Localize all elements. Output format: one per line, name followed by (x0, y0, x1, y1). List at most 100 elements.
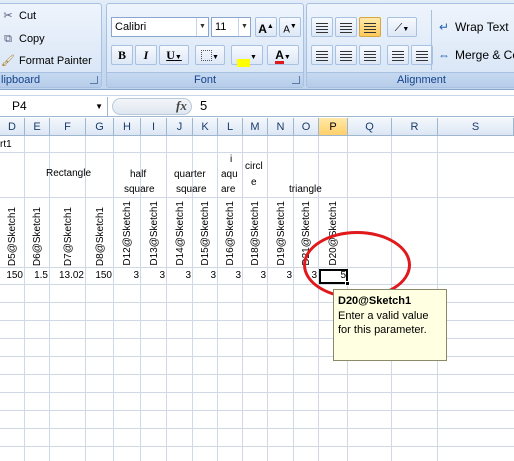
parameter-value-cell[interactable]: 13.02 (50, 269, 86, 283)
align-right-button[interactable] (359, 45, 381, 65)
insert-function-icon[interactable]: fx (176, 98, 187, 114)
wrap-text-button[interactable]: ↵ Wrap Text (437, 18, 509, 36)
parameter-header-cell[interactable]: D12@Sketch1 (114, 198, 141, 266)
parameter-value-cell[interactable]: 1.5 (25, 269, 50, 283)
column-header-d[interactable]: D (0, 118, 25, 136)
column-header-e[interactable]: E (25, 118, 50, 136)
validation-tooltip: D20@Sketch1 Enter a valid value for this… (333, 289, 447, 361)
name-box-dropdown-icon[interactable]: ▼ (95, 97, 103, 116)
parameter-header-text: D13@Sketch1 (148, 201, 160, 266)
align-bottom-button[interactable] (359, 17, 381, 37)
align-center-button[interactable] (335, 45, 357, 65)
name-box[interactable]: P4 ▼ (0, 97, 108, 116)
formula-input[interactable]: 5 (200, 98, 207, 113)
font-size-select[interactable]: 11 ▼ (211, 17, 251, 37)
column-header-k[interactable]: K (193, 118, 218, 136)
parameter-header-text: D8@Sketch1 (94, 206, 106, 266)
parameter-header-cell[interactable]: D6@Sketch1 (25, 198, 50, 266)
fill-color-button[interactable]: ▼ (231, 45, 263, 67)
font-size-value: 11 (215, 21, 227, 33)
font-size-dropdown-icon[interactable]: ▼ (238, 18, 250, 36)
column-header-i[interactable]: I (141, 118, 167, 136)
align-middle-button[interactable] (335, 17, 357, 37)
grow-font-button[interactable]: A▲ (255, 17, 277, 37)
merge-center-button[interactable]: ⇔ Merge & Ce (437, 46, 514, 64)
parameter-value-cell[interactable]: 3 (193, 269, 218, 283)
grid-row-line (0, 284, 514, 285)
grid-column-line (49, 136, 50, 461)
parameter-header-text: D14@Sketch1 (174, 201, 186, 266)
parameter-value-cell[interactable]: 3 (141, 269, 167, 283)
shrink-font-button[interactable]: A▼ (279, 17, 301, 37)
parameter-header-cell[interactable]: D16@Sketch1 (218, 198, 243, 266)
underline-button[interactable]: U▼ (159, 45, 189, 65)
orientation-button[interactable]: ⟋▼ (387, 17, 417, 37)
parameter-header-cell[interactable]: D15@Sketch1 (193, 198, 218, 266)
paint-bucket-icon (237, 59, 251, 67)
grid-row-line (0, 374, 514, 375)
copy-icon: ⧉ (4, 33, 12, 45)
grid-column-line (166, 136, 167, 461)
parameter-value-cell[interactable]: 3 (167, 269, 193, 283)
parameter-header-cell[interactable]: D7@Sketch1 (50, 198, 86, 266)
font-color-icon: A (275, 48, 284, 64)
parameter-value-cell[interactable]: 150 (86, 269, 114, 283)
font-name-select[interactable]: Calibri ▼ (111, 17, 209, 37)
align-bottom-icon (364, 22, 376, 33)
parameter-value-cell[interactable]: 3 (218, 269, 243, 283)
group-label-rectangle: Rectangle (46, 168, 92, 179)
column-header-o[interactable]: O (294, 118, 319, 136)
column-header-p[interactable]: P (319, 118, 348, 136)
copy-label: Copy (19, 33, 45, 45)
parameter-header-cell[interactable]: D13@Sketch1 (141, 198, 167, 266)
italic-button[interactable]: I (135, 45, 157, 65)
column-header-f[interactable]: F (50, 118, 86, 136)
column-header-s[interactable]: S (438, 118, 514, 136)
column-header-m[interactable]: M (243, 118, 268, 136)
group-label-e: e (251, 177, 257, 188)
merge-icon: ⇔ (438, 48, 450, 62)
align-top-icon (316, 22, 328, 33)
bold-button[interactable]: B (111, 45, 133, 65)
cut-button[interactable]: ✂ Cut (1, 7, 36, 25)
grid-column-line (113, 136, 114, 461)
wrap-text-icon: ↵ (438, 20, 450, 34)
column-header-l[interactable]: L (218, 118, 243, 136)
increase-indent-button[interactable] (411, 45, 433, 65)
clipboard-launcher-icon[interactable] (90, 76, 98, 84)
alignment-group: ⟋▼ ↵ Wrap Text ⇔ Merge & Ce Alignment (306, 3, 514, 88)
font-group: Calibri ▼ 11 ▼ A▲ A▼ B I U▼ ▼ ▼ A▼ Font (106, 3, 304, 88)
parameter-value-cell[interactable]: 3 (243, 269, 268, 283)
shrink-font-icon: A (283, 24, 290, 36)
parameter-header-cell[interactable]: D18@Sketch1 (243, 198, 268, 266)
column-header-g[interactable]: G (86, 118, 114, 136)
align-right-icon (364, 50, 376, 61)
align-top-button[interactable] (311, 17, 333, 37)
grid-row-line (0, 267, 514, 268)
format-painter-button[interactable]: 🖌 Format Painter (1, 52, 92, 70)
parameter-header-cell[interactable]: D5@Sketch1 (0, 198, 25, 266)
column-header-r[interactable]: R (392, 118, 438, 136)
align-left-button[interactable] (311, 45, 333, 65)
column-header-q[interactable]: Q (348, 118, 392, 136)
parameter-header-cell[interactable]: D14@Sketch1 (167, 198, 193, 266)
parameter-header-cell[interactable]: D8@Sketch1 (86, 198, 114, 266)
column-header-n[interactable]: N (268, 118, 294, 136)
italic-icon: I (143, 48, 149, 62)
group-label-quarter: quarter (174, 169, 206, 180)
font-name-dropdown-icon[interactable]: ▼ (196, 18, 208, 36)
parameter-value-cell[interactable]: 3 (268, 269, 294, 283)
decrease-indent-button[interactable] (387, 45, 409, 65)
grid-row-line (0, 446, 514, 447)
column-header-j[interactable]: J (167, 118, 193, 136)
font-launcher-icon[interactable] (292, 76, 300, 84)
parameter-value-cell[interactable]: 150 (0, 269, 25, 283)
borders-button[interactable]: ▼ (195, 45, 225, 65)
parameter-header-text: D16@Sketch1 (225, 201, 236, 266)
increase-indent-icon (416, 50, 428, 61)
parameter-value-cell[interactable]: 3 (114, 269, 141, 283)
parameter-header-cell[interactable]: D19@Sketch1 (268, 198, 294, 266)
copy-button[interactable]: ⧉ Copy (1, 30, 45, 48)
column-header-h[interactable]: H (114, 118, 141, 136)
font-color-button[interactable]: A▼ (267, 45, 299, 65)
